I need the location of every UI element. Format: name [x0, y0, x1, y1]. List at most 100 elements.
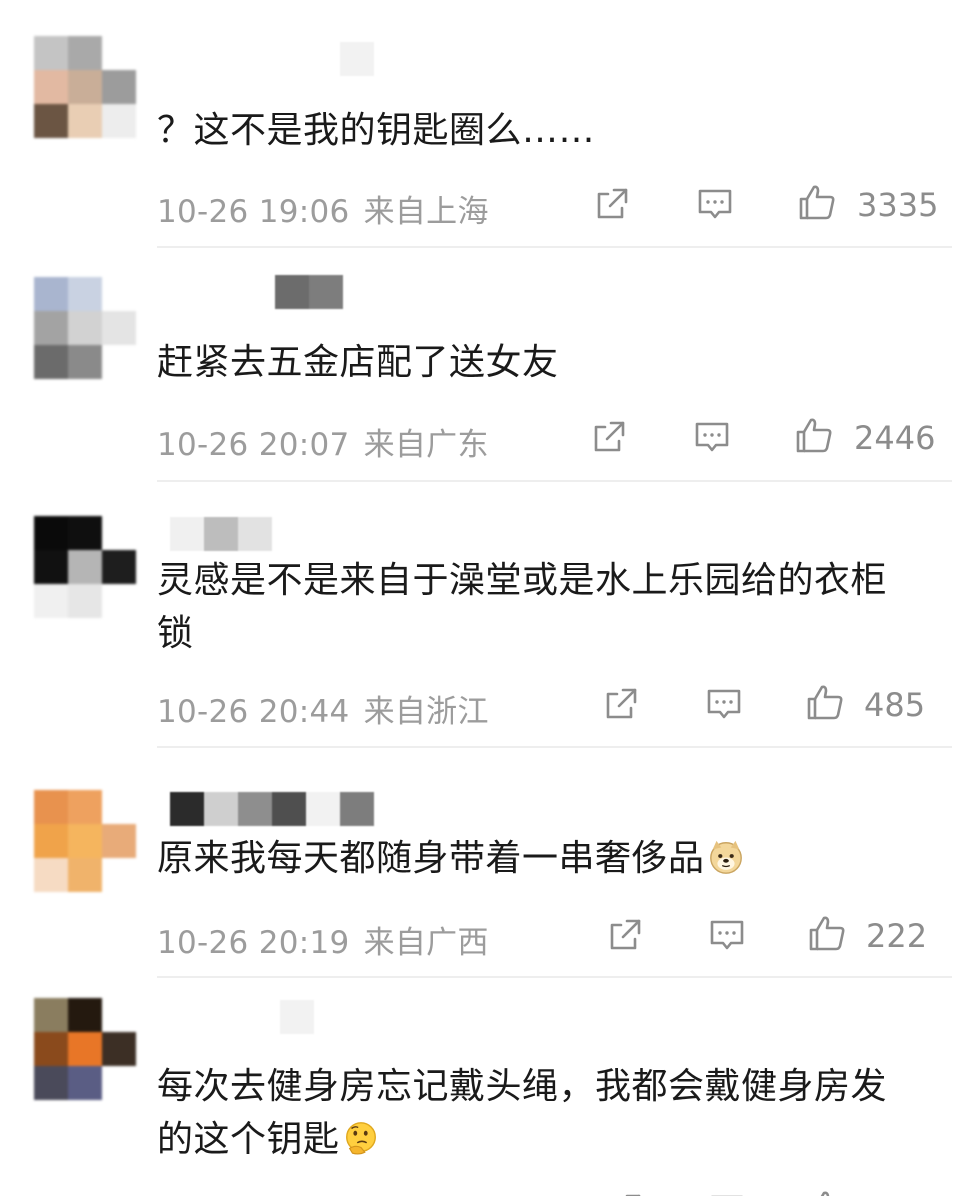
name-pixel: [204, 517, 238, 551]
comment-date: 10-26 20:19: [157, 925, 350, 961]
avatar-pixel: [34, 1032, 68, 1066]
avatar[interactable]: [34, 277, 136, 379]
avatar-pixel: [68, 1032, 102, 1066]
comment-location: 来自广东: [363, 427, 489, 463]
share-icon[interactable]: [589, 417, 629, 457]
avatar-pixel: [68, 277, 102, 311]
comment-text: 原来我每天都随身带着一串奢侈品: [157, 832, 920, 885]
divider: [157, 480, 952, 482]
comment-text: 灵感是不是来自于澡堂或是水上乐园给的衣柜锁: [157, 560, 888, 654]
name-pixel: [272, 792, 306, 826]
avatar-pixel: [68, 998, 102, 1032]
username-blurred[interactable]: [340, 42, 374, 76]
avatar-pixel: [34, 70, 68, 104]
avatar-pixel: [68, 345, 102, 379]
avatar-pixel: [34, 345, 68, 379]
avatar[interactable]: [34, 516, 136, 618]
avatar-pixel: [34, 516, 68, 550]
avatar-pixel: [102, 550, 136, 584]
avatar-pixel: [34, 550, 68, 584]
name-pixel: [170, 792, 204, 826]
comment-icon[interactable]: [704, 684, 744, 724]
avatar-pixel: [102, 1032, 136, 1066]
thumbs-up-icon[interactable]: [794, 415, 834, 455]
name-pixel: [275, 275, 309, 309]
avatar-pixel: [68, 790, 102, 824]
comment-icon[interactable]: [707, 915, 747, 955]
comment-text: 赶紧去五金店配了送女友: [157, 342, 559, 383]
avatar-pixel: [34, 104, 68, 138]
comment-date: 10-26 20:07: [157, 427, 350, 463]
avatar-pixel: [102, 1066, 136, 1100]
avatar[interactable]: [34, 36, 136, 138]
thumbs-up-icon[interactable]: [797, 182, 837, 222]
comment-location: 来自广西: [363, 925, 489, 961]
avatar-pixel: [102, 36, 136, 70]
username-blurred[interactable]: [280, 1000, 314, 1034]
comment-icon[interactable]: [707, 1190, 747, 1196]
thinking-emoji-icon: [342, 1119, 380, 1157]
avatar-pixel: [102, 311, 136, 345]
name-pixel: [280, 1000, 314, 1034]
comment-location: 来自上海: [363, 194, 489, 230]
comment-list: ？这不是我的钥匙圈么…… 10-26 19:06 来自上海 3335 赶紧去五金店…: [0, 0, 960, 1196]
avatar-pixel: [34, 998, 68, 1032]
avatar-pixel: [34, 277, 68, 311]
like-count[interactable]: 485: [864, 686, 925, 724]
like-count[interactable]: 2446: [854, 419, 935, 457]
username-blurred[interactable]: [170, 517, 272, 551]
username-blurred[interactable]: [275, 275, 343, 309]
avatar-pixel: [34, 790, 68, 824]
comment-text: 每次去健身房忘记戴头绳，我都会戴健身房发的这个钥匙: [157, 1060, 922, 1166]
share-icon[interactable]: [605, 1190, 645, 1196]
avatar-pixel: [102, 998, 136, 1032]
avatar-pixel: [102, 516, 136, 550]
avatar-pixel: [102, 70, 136, 104]
thumbs-up-icon[interactable]: [807, 913, 847, 953]
comment-date: 10-26 19:06: [157, 194, 350, 230]
avatar-pixel: [68, 1066, 102, 1100]
name-pixel: [238, 792, 272, 826]
comment-text-content: 原来我每天都随身带着一串奢侈品: [157, 838, 705, 879]
divider: [157, 246, 952, 248]
avatar-pixel: [68, 70, 102, 104]
share-icon[interactable]: [605, 915, 645, 955]
thumbs-up-icon[interactable]: [805, 682, 845, 722]
share-icon[interactable]: [592, 184, 632, 224]
comment-meta: 10-26 20:44 来自浙江: [157, 686, 489, 731]
comment-meta: 10-26 19:06 来自上海: [157, 186, 489, 231]
avatar-pixel: [102, 104, 136, 138]
comment-date: 10-26 20:44: [157, 694, 350, 730]
name-pixel: [309, 275, 343, 309]
avatar-pixel: [102, 345, 136, 379]
share-icon[interactable]: [601, 684, 641, 724]
name-pixel: [170, 517, 204, 551]
username-blurred[interactable]: [170, 792, 374, 826]
avatar-pixel: [68, 584, 102, 618]
comment-icon[interactable]: [692, 417, 732, 457]
avatar-pixel: [34, 36, 68, 70]
divider: [157, 746, 952, 748]
name-pixel: [340, 792, 374, 826]
avatar-pixel: [102, 858, 136, 892]
doge-emoji-icon: [707, 838, 745, 876]
avatar[interactable]: [34, 790, 136, 892]
divider: [157, 976, 952, 978]
avatar-pixel: [68, 824, 102, 858]
thumbs-up-icon[interactable]: [807, 1188, 847, 1196]
avatar-pixel: [34, 584, 68, 618]
avatar-pixel: [102, 277, 136, 311]
comment-meta: 10-26 20:07 来自广东: [157, 419, 489, 464]
comment-text-content: 每次去健身房忘记戴头绳，我都会戴健身房发的这个钥匙: [157, 1066, 888, 1160]
comment-text: ？这不是我的钥匙圈么……: [157, 110, 596, 151]
avatar[interactable]: [34, 998, 136, 1100]
avatar-pixel: [68, 36, 102, 70]
avatar-pixel: [34, 824, 68, 858]
comment-icon[interactable]: [695, 184, 735, 224]
avatar-pixel: [68, 858, 102, 892]
like-count[interactable]: 3335: [857, 186, 938, 224]
like-count[interactable]: 222: [866, 917, 927, 955]
avatar-pixel: [68, 311, 102, 345]
avatar-pixel: [34, 311, 68, 345]
avatar-pixel: [68, 516, 102, 550]
